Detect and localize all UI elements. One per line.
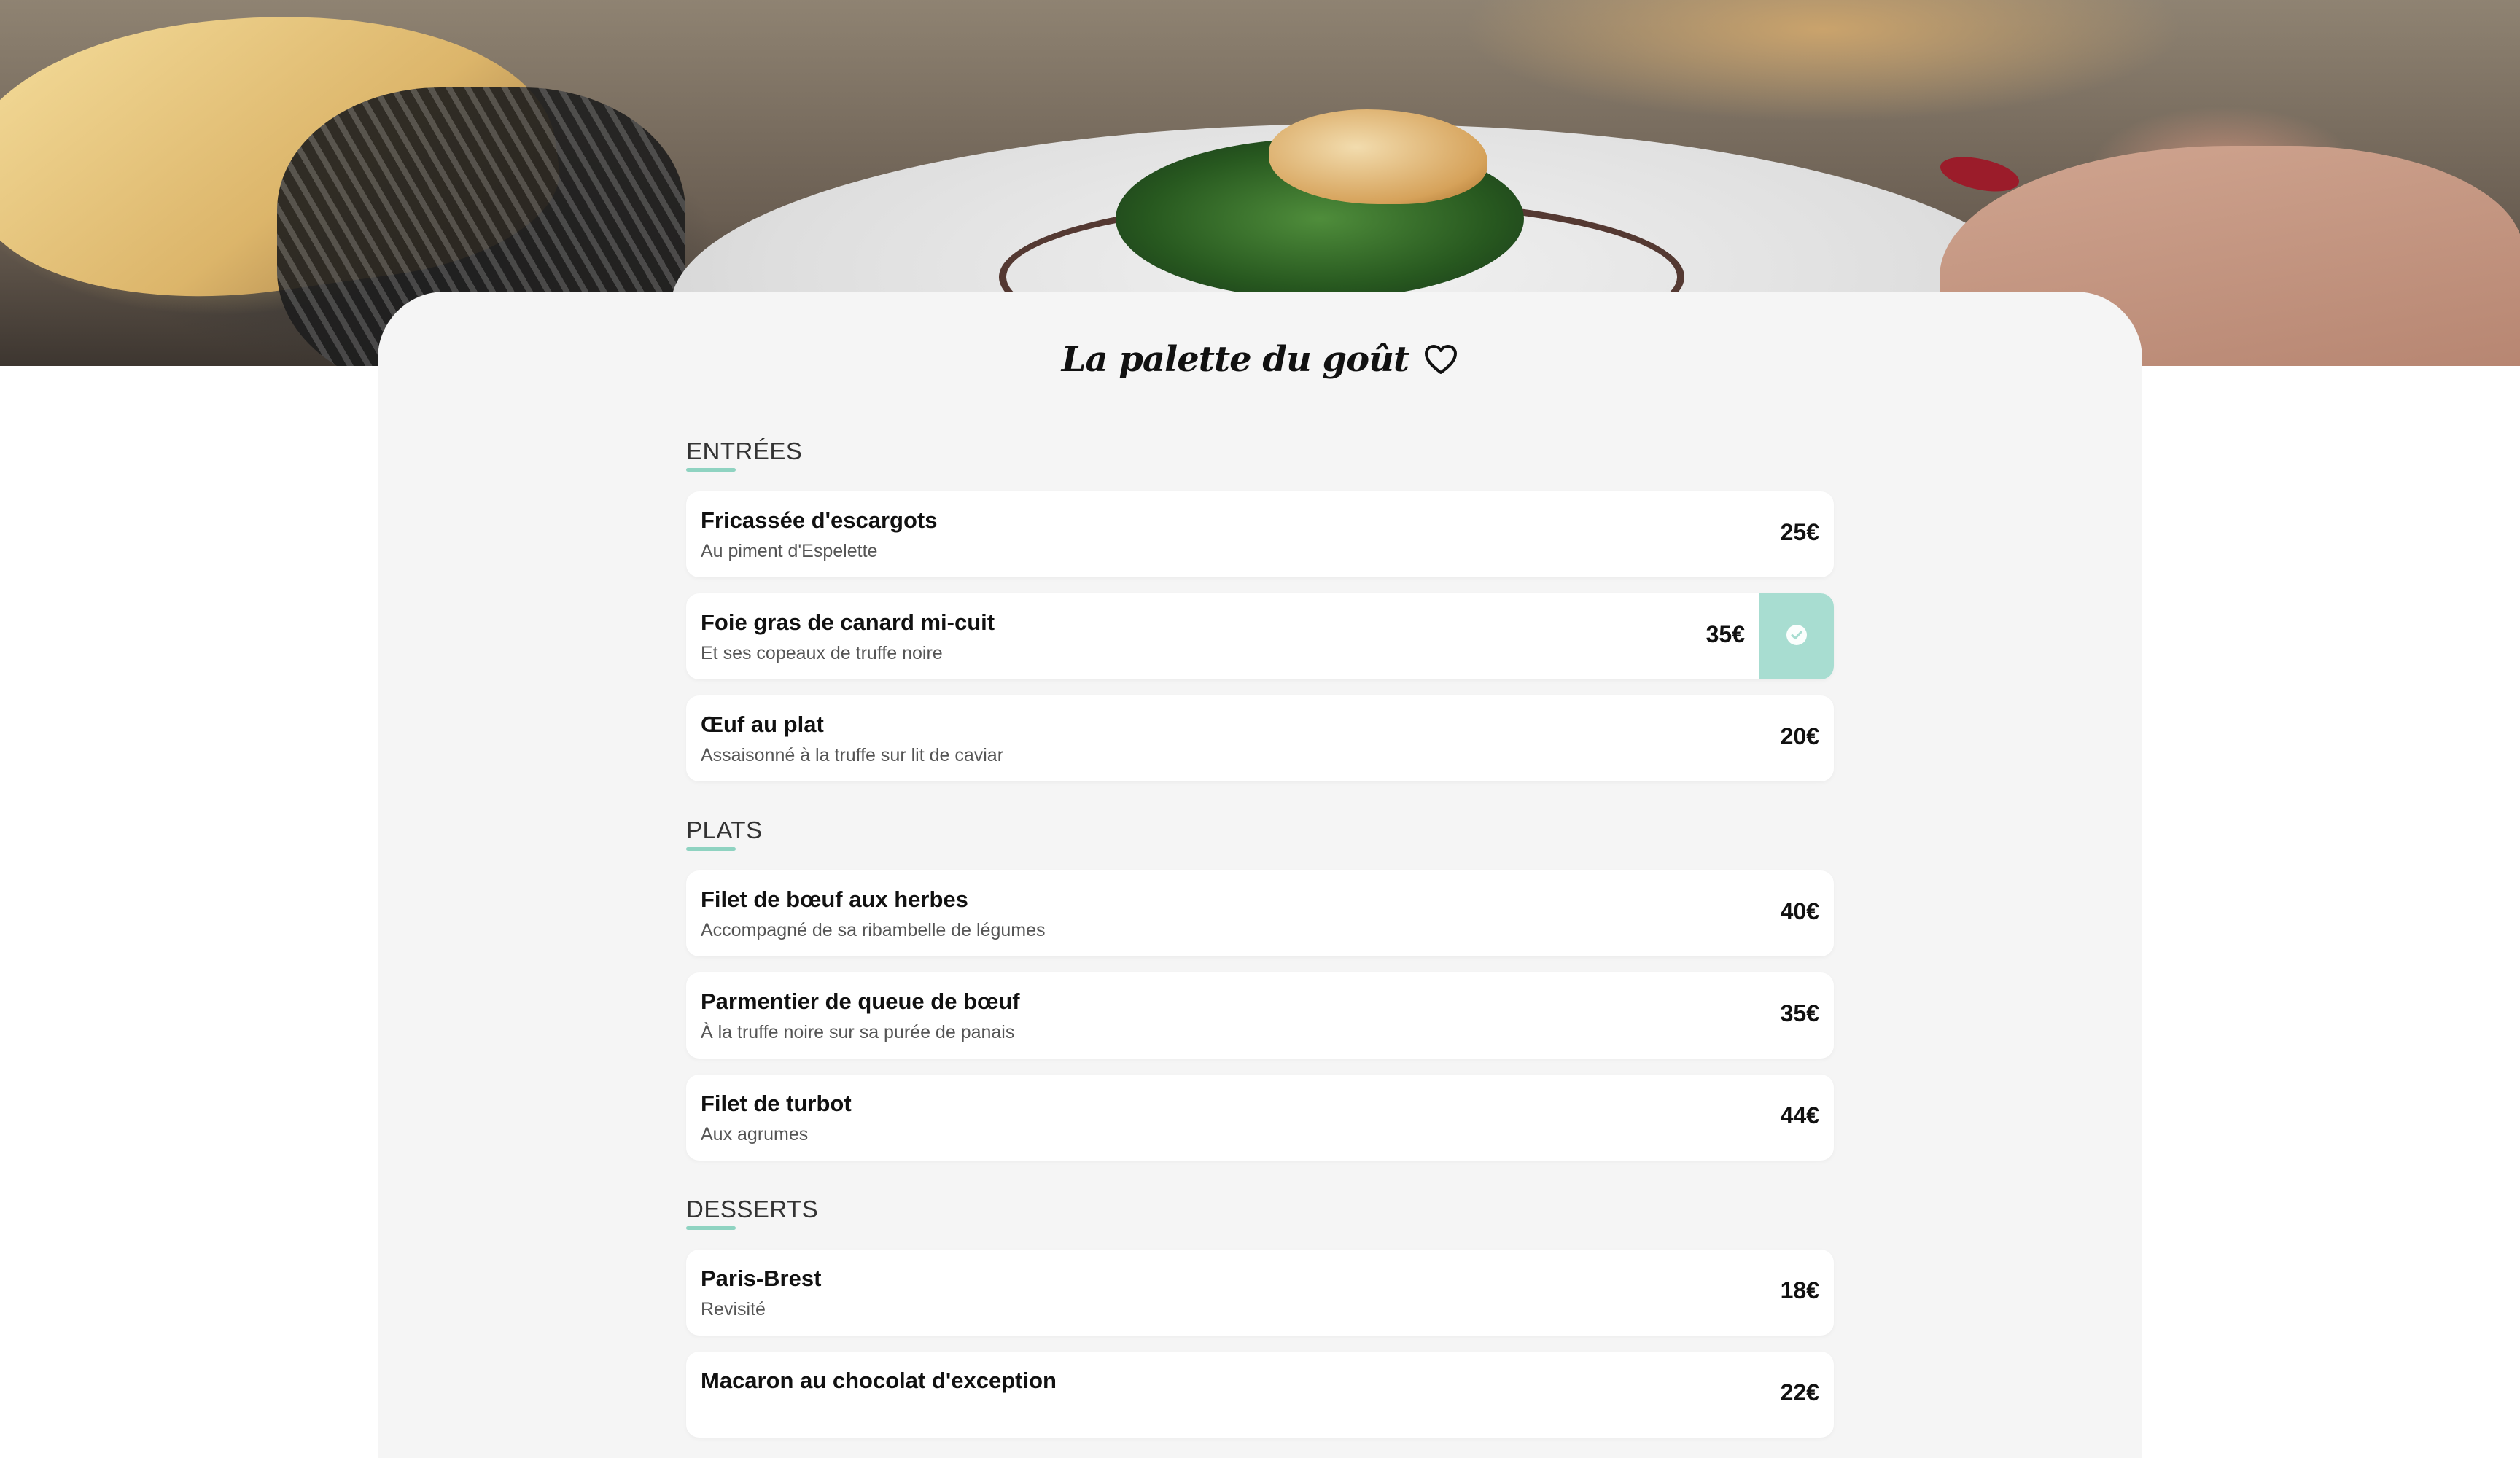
item-name: Filet de bœuf aux herbes <box>701 886 968 912</box>
item-price: 40€ <box>1780 898 1819 924</box>
menu-panel: La palette du goût ENTRÉES Fricassée d'e… <box>378 292 2142 1458</box>
item-price: 18€ <box>1780 1277 1819 1303</box>
menu-item-card[interactable]: Œuf au plat Assaisonné à la truffe sur l… <box>686 695 1834 781</box>
item-description: Aux agrumes <box>701 1124 809 1145</box>
menu-item-card[interactable]: Paris-Brest Revisité 18€ <box>686 1250 1834 1336</box>
restaurant-title: La palette du goût <box>1061 339 1409 380</box>
item-price: 25€ <box>1780 519 1819 545</box>
section-title-entrees: ENTRÉES <box>686 437 803 464</box>
selection-indicator[interactable] <box>1759 593 1834 679</box>
check-circle-icon <box>1785 623 1808 650</box>
item-price: 20€ <box>1780 723 1819 749</box>
item-price: 44€ <box>1780 1102 1819 1128</box>
section-underline <box>686 468 736 472</box>
item-description: À la truffe noire sur sa purée de panais <box>701 1022 1015 1042</box>
menu-item-card-selected[interactable]: Foie gras de canard mi-cuit Et ses copea… <box>686 593 1834 679</box>
item-price: 35€ <box>1706 621 1745 647</box>
item-name: Parmentier de queue de bœuf <box>701 989 1020 1014</box>
menu-item-card[interactable]: Macaron au chocolat d'exception 22€ <box>686 1352 1834 1438</box>
item-name: Œuf au plat <box>701 712 824 737</box>
item-description: Au piment d'Espelette <box>701 541 878 561</box>
item-name: Macaron au chocolat d'exception <box>701 1368 1057 1393</box>
header: La palette du goût <box>378 327 2142 392</box>
fingernail-shape <box>1937 151 2023 198</box>
section-underline <box>686 1226 736 1230</box>
item-description: Et ses copeaux de truffe noire <box>701 643 943 663</box>
item-price: 35€ <box>1780 1000 1819 1026</box>
section-underline <box>686 847 736 851</box>
item-name: Filet de turbot <box>701 1091 852 1116</box>
item-name: Paris-Brest <box>701 1266 822 1291</box>
menu-item-card[interactable]: Parmentier de queue de bœuf À la truffe … <box>686 972 1834 1059</box>
item-name: Fricassée d'escargots <box>701 507 938 533</box>
item-description: Accompagné de sa ribambelle de légumes <box>701 920 1046 940</box>
fish-shape <box>1269 109 1488 204</box>
menu-item-card[interactable]: Fricassée d'escargots Au piment d'Espele… <box>686 491 1834 577</box>
item-price: 22€ <box>1780 1379 1819 1406</box>
menu-item-card[interactable]: Filet de turbot Aux agrumes 44€ <box>686 1075 1834 1161</box>
item-name: Foie gras de canard mi-cuit <box>701 609 995 635</box>
item-description: Assaisonné à la truffe sur lit de caviar <box>701 745 1004 765</box>
heart-icon[interactable] <box>1423 343 1458 375</box>
item-description: Revisité <box>701 1299 766 1319</box>
section-title-plats: PLATS <box>686 816 763 843</box>
section-title-desserts: DESSERTS <box>686 1196 819 1223</box>
menu-item-card[interactable]: Filet de bœuf aux herbes Accompagné de s… <box>686 870 1834 956</box>
